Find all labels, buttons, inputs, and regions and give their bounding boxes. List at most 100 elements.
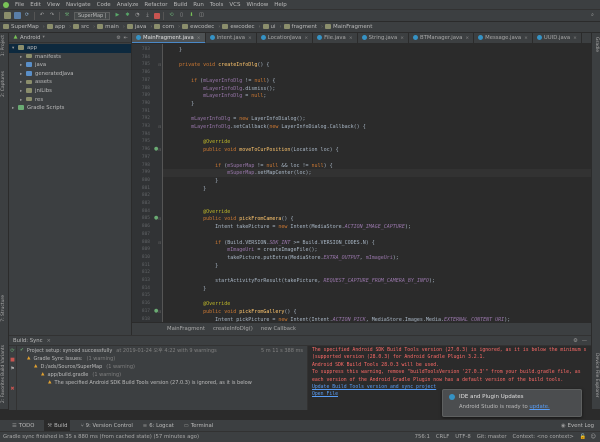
file-encoding[interactable]: UTF-8 xyxy=(455,432,470,442)
hide-panel-icon[interactable]: ⇤ xyxy=(124,35,128,41)
context-indicator[interactable]: Context: <no context> xyxy=(513,432,574,442)
tool-tab-build-variants[interactable]: Build Variants xyxy=(1,345,6,376)
code-breadcrumb-method[interactable]: createInfoDlg() xyxy=(213,323,253,336)
menu-navigate[interactable]: Navigate xyxy=(63,0,94,10)
editor-tab[interactable]: Intent.java × xyxy=(206,33,257,43)
rerun-icon[interactable]: ⟳ xyxy=(9,348,16,354)
close-icon[interactable]: × xyxy=(400,36,404,41)
build-tree-item[interactable]: ▲ Gradle Sync Issues: (1 warning) xyxy=(17,355,307,363)
caret-position[interactable]: 756:1 xyxy=(415,432,430,442)
tool-tab-9-version-control[interactable]: ⑂ 9: Version Control xyxy=(80,420,132,432)
tool-tab-terminal[interactable]: ▭ Terminal xyxy=(184,420,213,432)
gear-icon[interactable]: ⚙ xyxy=(573,336,578,346)
tree-item[interactable]: ▸ generatedJava xyxy=(9,70,131,79)
undo-icon[interactable]: ↶ xyxy=(39,12,46,19)
close-icon[interactable]: × xyxy=(197,36,201,41)
attach-debugger-icon[interactable]: ⤓ xyxy=(144,12,151,19)
close-icon[interactable]: × xyxy=(573,36,577,41)
editor-tab[interactable]: UUID.java × xyxy=(533,33,582,43)
chevron-down-icon[interactable]: ▾ xyxy=(42,35,44,40)
menu-window[interactable]: Window xyxy=(244,0,272,10)
menu-build[interactable]: Build xyxy=(170,0,190,10)
close-icon[interactable]: × xyxy=(349,36,353,41)
build-tree-item[interactable]: ▲ D:/ads/Source/SuperMap (1 warning) xyxy=(17,363,307,371)
breadcrumb-item[interactable]: src xyxy=(73,22,91,33)
close-icon[interactable]: ✖ xyxy=(9,386,16,392)
editor-tab[interactable]: File.java × xyxy=(313,33,358,43)
fold-icon[interactable]: ⊟ xyxy=(158,147,161,152)
close-icon[interactable]: × xyxy=(47,336,51,346)
build-tree-item[interactable]: ✔ Project setup: synced successfully at 20… xyxy=(17,347,307,355)
menu-help[interactable]: Help xyxy=(271,0,290,10)
minimize-icon[interactable]: — xyxy=(582,336,587,346)
search-icon[interactable]: ⌕ xyxy=(589,12,596,19)
editor-tab[interactable]: Message.java × xyxy=(474,33,533,43)
fold-icon[interactable]: ⊟ xyxy=(158,240,161,245)
breadcrumb-item[interactable]: app xyxy=(46,22,67,33)
menu-run[interactable]: Run xyxy=(190,0,207,10)
tool-tab-build[interactable]: ⚒ Build xyxy=(44,419,71,432)
editor-tab[interactable]: BTManager.java × xyxy=(409,33,475,43)
sync-icon[interactable]: ⟳ xyxy=(24,12,31,19)
run-config-select[interactable]: SuperMap | xyxy=(74,11,111,20)
run-icon[interactable]: ▶ xyxy=(114,12,121,19)
close-icon[interactable]: × xyxy=(248,36,252,41)
tool-tab-favorites[interactable]: 2: Favorites xyxy=(1,377,6,403)
event-log-tab[interactable]: ◉ Event Log xyxy=(561,420,594,432)
menu-refactor[interactable]: Refactor xyxy=(141,0,170,10)
close-icon[interactable]: × xyxy=(524,36,528,41)
menu-vcs[interactable]: VCS xyxy=(226,0,243,10)
breadcrumb-item[interactable]: fragment xyxy=(283,22,319,33)
lock-icon[interactable]: 🔓 xyxy=(580,432,587,442)
menu-code[interactable]: Code xyxy=(94,0,114,10)
fold-icon[interactable]: ⊟ xyxy=(158,124,161,129)
tool-tab-structure[interactable]: 7: Structure xyxy=(1,295,6,322)
menu-edit[interactable]: Edit xyxy=(27,0,44,10)
breadcrumb-item[interactable]: java xyxy=(126,22,149,33)
git-branch[interactable]: Git: master xyxy=(477,432,507,442)
inspector-icon[interactable]: ☺ xyxy=(590,432,596,442)
filter-icon[interactable]: ⚑ xyxy=(9,366,16,372)
update-link[interactable]: update. xyxy=(529,404,549,410)
editor-tab[interactable]: String.java × xyxy=(358,33,409,43)
line-separator[interactable]: CRLF xyxy=(436,432,449,442)
gear-icon[interactable]: ⚙ xyxy=(116,35,120,41)
close-icon[interactable]: × xyxy=(465,36,469,41)
breadcrumb-item[interactable]: ui xyxy=(262,22,278,33)
editor-tab[interactable]: LocationJava × xyxy=(257,33,314,43)
code-editor[interactable]: } private void createInfoDlg() { if (mLa… xyxy=(163,44,591,322)
make-project-icon[interactable]: ⚒ xyxy=(64,12,71,19)
fold-icon[interactable]: ⊟ xyxy=(158,216,161,221)
code-breadcrumb-callback[interactable]: new Callback xyxy=(261,323,296,336)
menu-analyze[interactable]: Analyze xyxy=(114,0,142,10)
breadcrumb-item[interactable]: main xyxy=(97,22,121,33)
tree-item[interactable]: ▸ java xyxy=(9,61,131,70)
tool-tab-todo[interactable]: ☰ TODO xyxy=(12,420,34,432)
debug-icon[interactable]: ✱ xyxy=(124,12,131,19)
menu-view[interactable]: View xyxy=(44,0,63,10)
editor-tab[interactable]: MainFragment.java × xyxy=(132,33,206,43)
breadcrumb-item[interactable]: MainFragment xyxy=(324,22,374,33)
breadcrumb-item[interactable]: SuperMap xyxy=(3,22,41,33)
save-all-icon[interactable] xyxy=(13,12,21,19)
tree-item[interactable]: ▸ jniLibs xyxy=(9,87,131,96)
menu-tools[interactable]: Tools xyxy=(207,0,227,10)
tree-item[interactable]: ▾ app xyxy=(9,44,131,53)
project-view-selector[interactable]: Android xyxy=(20,35,40,41)
tree-item[interactable]: ▸ res xyxy=(9,96,131,105)
fold-icon[interactable]: ⊟ xyxy=(158,309,161,314)
profile-icon[interactable]: ◔ xyxy=(134,12,141,19)
stop-icon[interactable]: ■ xyxy=(9,357,16,363)
stop-icon[interactable] xyxy=(153,12,160,19)
menu-file[interactable]: File xyxy=(12,0,27,10)
build-tree-item[interactable]: ▲ app/build.gradle (1 warning) xyxy=(17,371,307,379)
tool-tab-project[interactable]: 1: Project xyxy=(1,35,6,56)
tool-tab-device-file-explorer[interactable]: Device File Explorer xyxy=(594,353,599,398)
fold-icon[interactable]: ⊟ xyxy=(158,62,161,67)
breadcrumb-item[interactable]: ewcodec xyxy=(182,22,216,33)
layout-inspector-icon[interactable]: ◫ xyxy=(198,12,205,19)
avd-manager-icon[interactable]: ▯ xyxy=(178,12,185,19)
build-tree-item[interactable]: ▲ The specified Android SDK Build Tools v… xyxy=(17,379,307,387)
close-icon[interactable]: × xyxy=(304,36,308,41)
build-tab-label[interactable]: Build: Sync xyxy=(13,336,43,346)
